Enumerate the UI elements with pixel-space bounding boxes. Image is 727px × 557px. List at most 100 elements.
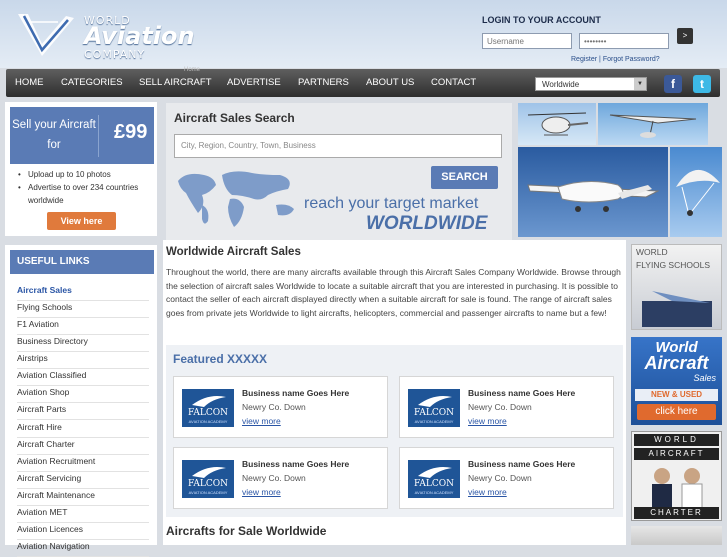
falcon-logo-subtext: AVIATION ACADEMY	[188, 419, 228, 424]
link-aviation-classified[interactable]: Aviation Classified	[17, 368, 149, 386]
falcon-logo-subtext: AVIATION ACADEMY	[188, 490, 228, 495]
nav-tooltip: Home	[184, 67, 201, 73]
search-tagline-2: WORLDWIDE	[366, 213, 488, 234]
link-airstrips[interactable]: Airstrips	[17, 351, 149, 369]
logo-line-3: COMPANY	[84, 48, 146, 61]
card-location: Newry Co. Down	[242, 473, 306, 483]
falcon-logo-subtext: AVIATION ACADEMY	[414, 419, 454, 424]
nav-contact[interactable]: CONTACT	[431, 77, 476, 88]
charter-ad-line-1: WORLD	[634, 434, 719, 446]
world-aircraft-sales-ad[interactable]: World Aircraft Sales NEW & USED click he…	[631, 337, 722, 425]
nav-categories[interactable]: CATEGORIES	[61, 77, 123, 88]
nav-sell-aircraft[interactable]: SELL AIRCRAFT	[139, 77, 212, 88]
password-input[interactable]	[579, 33, 669, 49]
content-title: Worldwide Aircraft Sales	[166, 246, 301, 258]
link-aircraft-servicing[interactable]: Aircraft Servicing	[17, 471, 149, 489]
register-link[interactable]: Register	[571, 56, 597, 63]
falcon-logo-subtext: AVIATION ACADEMY	[414, 490, 454, 495]
pilots-icon	[652, 468, 703, 508]
card-location: Newry Co. Down	[468, 402, 532, 412]
sell-divider	[98, 115, 99, 157]
card-view-more-link[interactable]: view more	[242, 416, 281, 426]
plane-photo	[518, 147, 668, 237]
search-input[interactable]: City, Region, Country, Town, Business	[174, 134, 502, 158]
forgot-password-link[interactable]: Forgot Password?	[603, 56, 660, 63]
world-aircraft-charter-ad[interactable]: WORLD AIRCRAFT CHARTER	[631, 431, 722, 521]
microlight-photo	[598, 103, 708, 145]
featured-card[interactable]: FALCON AVIATION ACADEMY Business name Go…	[173, 447, 388, 509]
view-here-button[interactable]: View here	[47, 212, 116, 230]
search-button[interactable]: SEARCH	[431, 166, 498, 189]
nav-partners[interactable]: PARTNERS	[298, 77, 349, 88]
parachute-photo	[670, 147, 722, 237]
site-logo[interactable]: WORLD Aviation COMPANY	[14, 8, 195, 62]
link-aviation-shop[interactable]: Aviation Shop	[17, 385, 149, 403]
search-panel: Aircraft Sales Search City, Region, Coun…	[166, 103, 512, 240]
logo-emblem-icon	[18, 14, 74, 56]
featured-title: Featured XXXXX	[173, 352, 268, 366]
flying-schools-ad[interactable]: WORLD FLYING SCHOOLS	[631, 244, 722, 330]
card-view-more-link[interactable]: view more	[468, 487, 507, 497]
link-aviation-navigation[interactable]: Aviation Navigation	[17, 539, 149, 557]
card-location: Newry Co. Down	[242, 402, 306, 412]
sell-banner[interactable]: Sell your Aircraft for £99	[10, 107, 154, 164]
featured-card[interactable]: FALCON AVIATION ACADEMY Business name Go…	[399, 447, 614, 509]
charter-ad-line-2: AIRCRAFT	[634, 448, 719, 460]
card-view-more-link[interactable]: view more	[242, 487, 281, 497]
sell-text: Sell your Aircraft for	[12, 119, 96, 151]
search-tagline-1: reach your target market	[304, 195, 479, 212]
search-title: Aircraft Sales Search	[174, 111, 295, 125]
login-submit-button[interactable]: >	[677, 28, 693, 44]
nav-advertise[interactable]: ADVERTISE	[227, 77, 281, 88]
falcon-logo-text: FALCON	[187, 479, 229, 489]
link-aviation-met[interactable]: Aviation MET	[17, 505, 149, 523]
flying-schools-line-1: WORLD	[636, 247, 668, 257]
world-map-icon	[178, 171, 294, 227]
link-aircraft-charter[interactable]: Aircraft Charter	[17, 437, 149, 455]
featured-card[interactable]: FALCON AVIATION ACADEMY Business name Go…	[173, 376, 388, 438]
chevron-down-icon: ▼	[634, 78, 646, 90]
falcon-logo: FALCON AVIATION ACADEMY	[408, 389, 460, 427]
card-view-more-link[interactable]: view more	[468, 416, 507, 426]
parachute-icon	[676, 169, 720, 216]
link-aircraft-maintenance[interactable]: Aircraft Maintenance	[17, 488, 149, 506]
facebook-icon[interactable]: f	[664, 75, 682, 93]
login-title: LOGIN TO YOUR ACCOUNT	[482, 15, 601, 25]
card-business-name: Business name Goes Here	[468, 388, 576, 398]
microlight-icon	[609, 114, 697, 138]
login-links-separator: |	[599, 56, 601, 63]
link-aviation-licences[interactable]: Aviation Licences	[17, 522, 149, 540]
link-aircraft-sales[interactable]: Aircraft Sales	[17, 283, 149, 301]
sell-price: £99	[114, 121, 148, 143]
link-aircraft-hire[interactable]: Aircraft Hire	[17, 420, 149, 438]
click-here-button[interactable]: click here	[637, 404, 716, 420]
twitter-icon[interactable]: t	[693, 75, 711, 93]
region-select[interactable]: Worldwide ▼	[535, 77, 647, 91]
featured-card[interactable]: FALCON AVIATION ACADEMY Business name Go…	[399, 376, 614, 438]
sell-bullet: Upload up to 10 photos	[12, 168, 152, 181]
card-business-name: Business name Goes Here	[242, 388, 350, 398]
light-aircraft-icon	[527, 181, 660, 212]
region-select-value: Worldwide	[542, 80, 580, 89]
falcon-logo: FALCON AVIATION ACADEMY	[182, 389, 234, 427]
username-input[interactable]	[482, 33, 572, 49]
link-business-directory[interactable]: Business Directory	[17, 334, 149, 352]
nav-about-us[interactable]: ABOUT US	[366, 77, 414, 88]
falcon-logo: FALCON AVIATION ACADEMY	[182, 460, 234, 498]
card-business-name: Business name Goes Here	[468, 459, 576, 469]
link-aviation-recruitment[interactable]: Aviation Recruitment	[17, 454, 149, 472]
falcon-logo-text: FALCON	[187, 408, 229, 418]
aircraft-sales-ad-line-4: NEW & USED	[635, 389, 718, 401]
crew-ad[interactable]	[631, 526, 722, 545]
flying-school-plane-icon	[642, 291, 712, 327]
link-flying-schools[interactable]: Flying Schools	[17, 300, 149, 318]
link-f1-aviation[interactable]: F1 Aviation	[17, 317, 149, 335]
login-links: Register | Forgot Password?	[571, 56, 660, 63]
falcon-logo: FALCON AVIATION ACADEMY	[408, 460, 460, 498]
link-aircraft-parts[interactable]: Aircraft Parts	[17, 402, 149, 420]
card-location: Newry Co. Down	[468, 473, 532, 483]
sell-bullets: Upload up to 10 photos Advertise to over…	[12, 168, 152, 207]
sale-title: Aircrafts for Sale Worldwide	[166, 524, 327, 538]
card-business-name: Business name Goes Here	[242, 459, 350, 469]
nav-home[interactable]: HOME	[15, 77, 44, 88]
